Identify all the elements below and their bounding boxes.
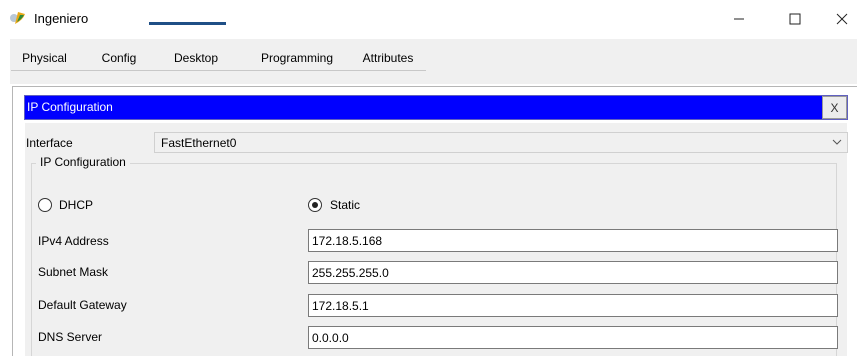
chevron-down-icon <box>832 139 842 145</box>
minimize-icon <box>734 18 744 20</box>
ip-configuration-title: IP Configuration <box>27 100 113 114</box>
ipv4-address-input[interactable] <box>308 229 838 252</box>
tab-config[interactable]: Config <box>91 47 147 71</box>
interface-select[interactable]: FastEthernet0 <box>154 132 848 153</box>
maximize-button[interactable] <box>773 4 817 34</box>
tab-divider <box>11 70 426 71</box>
subnet-mask-input[interactable] <box>308 261 838 284</box>
tab-programming[interactable]: Programming <box>251 47 343 71</box>
static-radio[interactable] <box>308 198 322 212</box>
ip-configuration-group-label: IP Configuration <box>36 155 130 169</box>
close-icon <box>836 13 847 25</box>
ip-configuration-close-button[interactable]: X <box>822 96 847 119</box>
close-window-button[interactable] <box>826 4 857 34</box>
tab-desktop[interactable]: Desktop <box>156 47 236 71</box>
default-gateway-input[interactable] <box>308 294 838 317</box>
dhcp-label[interactable]: DHCP <box>59 198 93 212</box>
dhcp-radio[interactable] <box>38 198 52 212</box>
ipv4-address-label: IPv4 Address <box>38 234 109 248</box>
default-gateway-label: Default Gateway <box>38 298 127 312</box>
interface-label: Interface <box>26 136 73 150</box>
dns-server-input[interactable] <box>308 326 838 349</box>
ip-configuration-title-bar: IP Configuration <box>24 95 848 120</box>
radio-selected-dot <box>312 202 318 208</box>
close-label: X <box>830 100 839 115</box>
active-tab-indicator <box>149 22 226 25</box>
tab-bar: Physical Config Desktop Programming Attr… <box>11 47 426 71</box>
minimize-button[interactable] <box>717 4 761 34</box>
subnet-mask-label: Subnet Mask <box>38 265 109 279</box>
static-label[interactable]: Static <box>330 198 360 212</box>
window-title: Ingeniero <box>34 11 89 26</box>
title-bar: Ingeniero <box>0 0 857 38</box>
tab-physical[interactable]: Physical <box>11 47 78 71</box>
interface-value: FastEthernet0 <box>161 136 237 150</box>
dns-server-label: DNS Server <box>38 330 103 344</box>
tab-attributes[interactable]: Attributes <box>353 47 423 71</box>
app-leaf-icon <box>9 9 27 27</box>
maximize-icon <box>789 13 801 25</box>
